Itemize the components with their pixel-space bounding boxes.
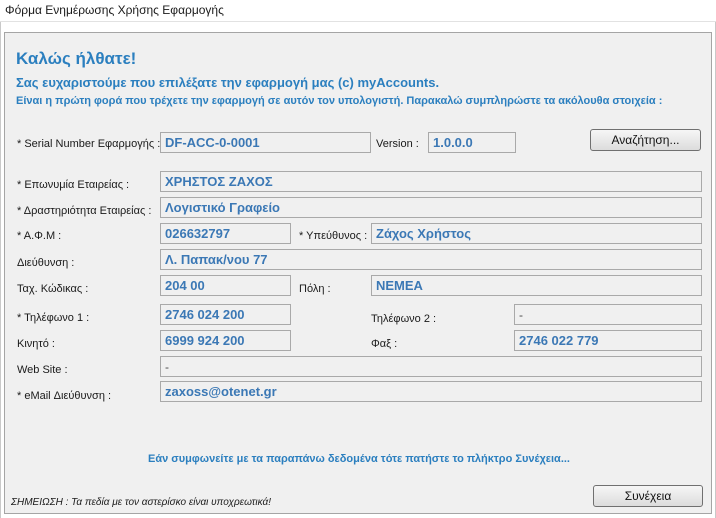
confirm-instructions: Εάν συμφωνείτε με τα παραπάνω δεδομένα τ…: [147, 453, 570, 465]
version-field[interactable]: 1.0.0.0: [428, 132, 516, 153]
version-label: Version :: [376, 138, 419, 150]
mandatory-note: ΣΗΜΕΙΩΣΗ : Τα πεδία με τον αστερίσκο είν…: [11, 497, 271, 508]
website-label: Web Site :: [17, 364, 68, 376]
activity-field[interactable]: Λογιστικό Γραφείο: [160, 197, 702, 218]
city-field[interactable]: ΝΕΜΕΑ: [371, 275, 702, 296]
city-label: Πόλη :: [299, 283, 331, 295]
phone2-label: Τηλέφωνο 2 :: [371, 313, 437, 325]
email-field[interactable]: zaxoss@otenet.gr: [160, 381, 702, 402]
address-label: Διεύθυνση :: [17, 257, 75, 269]
window-body: Καλώς ήλθατε! Σας ευχαριστούμε που επιλέ…: [0, 22, 716, 518]
phone1-field[interactable]: 2746 024 200: [160, 304, 291, 325]
phone1-label: * Τηλέφωνο 1 :: [17, 312, 90, 324]
serial-label: * Serial Number Εφαρμογής :: [17, 138, 161, 150]
phone2-field[interactable]: -: [514, 304, 702, 325]
manager-field[interactable]: Ζάχος Χρήστος: [371, 223, 702, 244]
website-field[interactable]: -: [160, 356, 702, 377]
company-label: * Επωνυμία Εταιρείας :: [17, 179, 130, 191]
zip-label: Ταχ. Κώδικας :: [17, 283, 89, 295]
continue-button[interactable]: Συνέχεια: [593, 485, 703, 507]
serial-field[interactable]: DF-ACC-0-0001: [160, 132, 371, 153]
manager-label: * Υπεύθυνος :: [299, 230, 368, 242]
welcome-heading: Καλώς ήλθατε!: [16, 49, 137, 68]
window-title: Φόρμα Ενημέρωσης Χρήσης Εφαρμογής: [5, 3, 224, 17]
title-bar: Φόρμα Ενημέρωσης Χρήσης Εφαρμογής: [0, 0, 716, 22]
thanks-text: Σας ευχαριστούμε που επιλέξατε την εφαρμ…: [16, 75, 440, 90]
search-button[interactable]: Αναζήτηση...: [590, 129, 701, 151]
afm-field[interactable]: 026632797: [160, 223, 291, 244]
address-field[interactable]: Λ. Παπακ/νου 77: [160, 249, 702, 270]
mobile-field[interactable]: 6999 924 200: [160, 330, 291, 351]
afm-label: * Α.Φ.Μ :: [17, 230, 62, 242]
email-label: * eMail Διεύθυνση :: [17, 390, 112, 402]
activity-label: * Δραστηριότητα Εταιρείας :: [17, 205, 152, 217]
company-field[interactable]: ΧΡΗΣΤΟΣ ΖΑΧΟΣ: [160, 171, 702, 192]
fax-field[interactable]: 2746 022 779: [514, 330, 702, 351]
registration-panel: Καλώς ήλθατε! Σας ευχαριστούμε που επιλέ…: [4, 32, 712, 514]
fax-label: Φαξ :: [371, 338, 398, 350]
mobile-label: Κινητό :: [17, 338, 55, 350]
zip-field[interactable]: 204 00: [160, 275, 291, 296]
first-run-instructions: Είναι η πρώτη φορά που τρέχετε την εφαρμ…: [16, 95, 663, 107]
